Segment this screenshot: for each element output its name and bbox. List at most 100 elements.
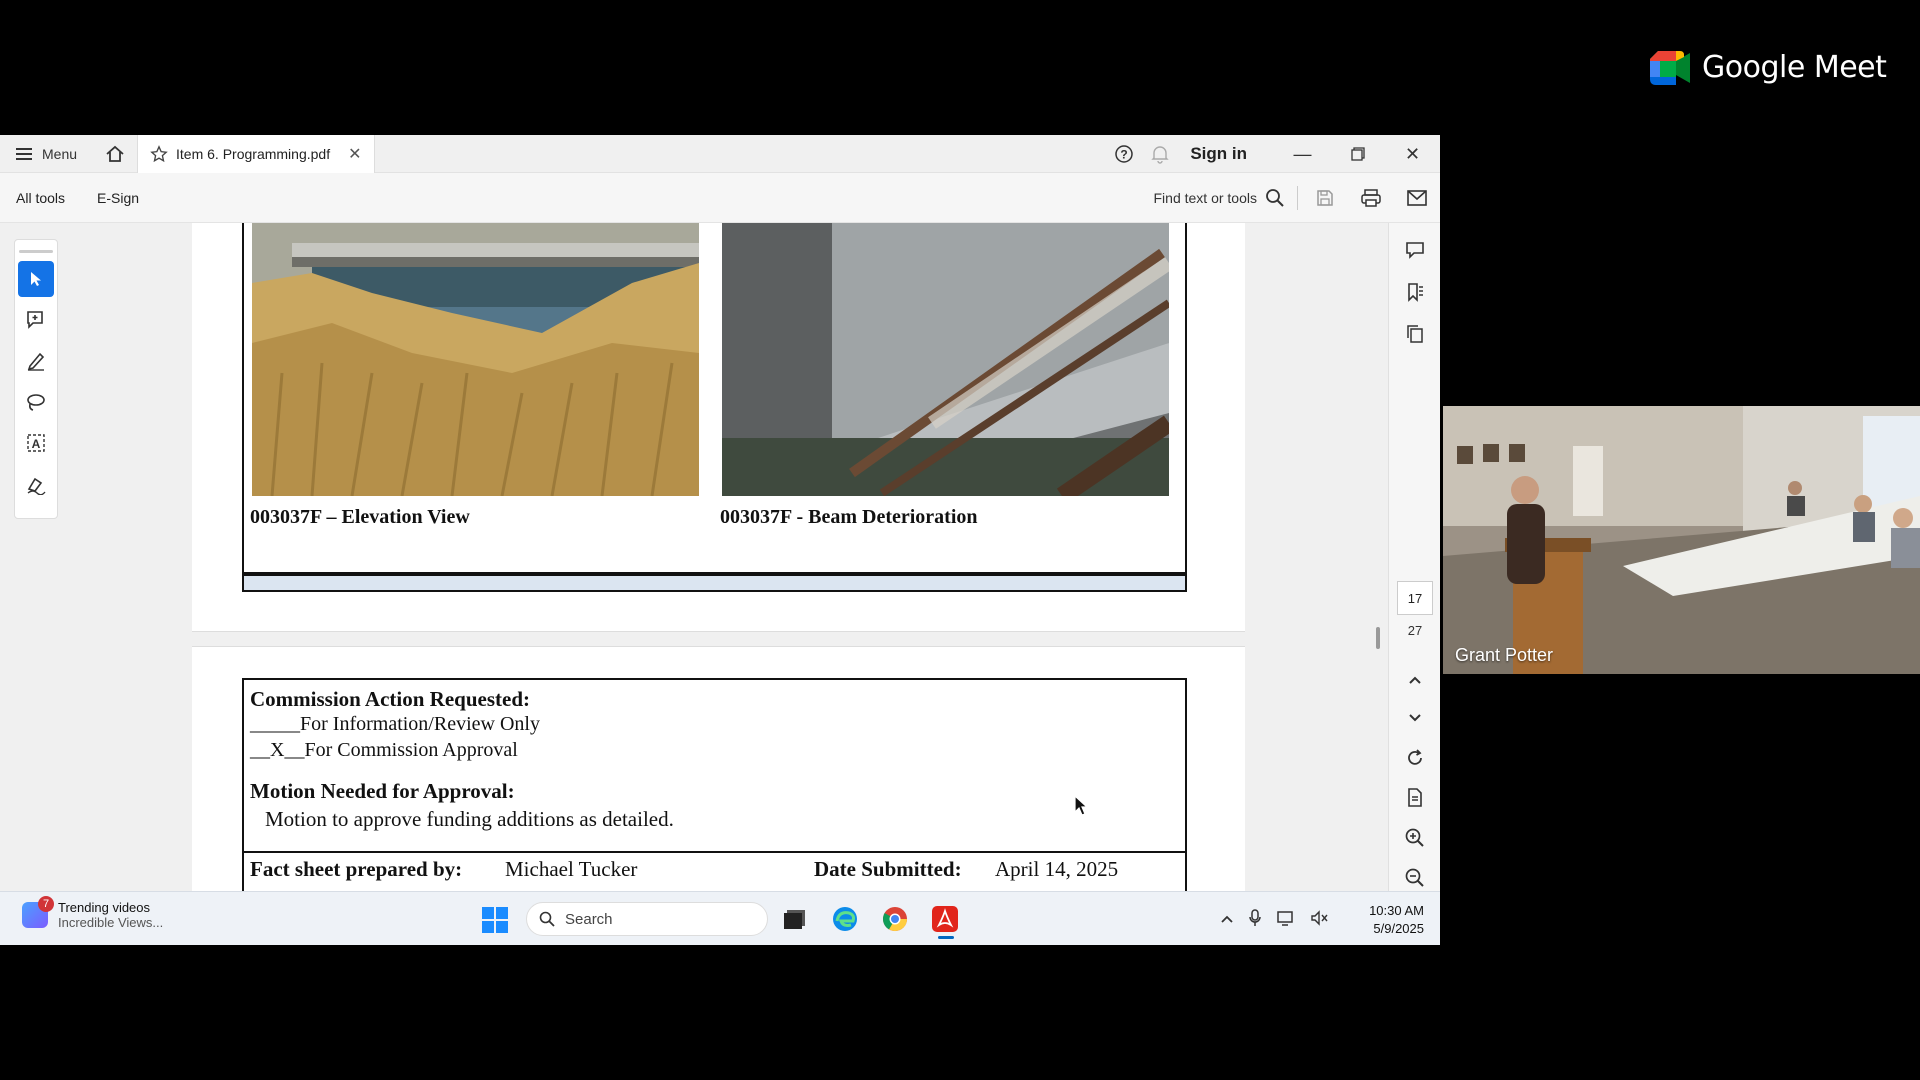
svg-text:?: ? <box>1121 148 1128 162</box>
email-button[interactable] <box>1394 173 1440 223</box>
vertical-scrollbar-thumb[interactable] <box>1376 627 1380 649</box>
notification-badge: 7 <box>38 896 54 912</box>
minimize-icon: — <box>1293 143 1312 164</box>
menu-button[interactable]: Menu <box>0 135 93 173</box>
table-footer-bar <box>242 574 1187 592</box>
pages-panel-button[interactable] <box>1389 313 1441 355</box>
menu-label: Menu <box>42 145 78 162</box>
start-button[interactable] <box>482 907 508 933</box>
chevron-down-icon <box>1409 714 1421 722</box>
chrome-browser-button[interactable] <box>878 902 912 936</box>
comment-icon <box>1406 242 1424 259</box>
close-window-button[interactable]: ✕ <box>1385 135 1440 173</box>
trending-title: Trending videos <box>58 900 151 915</box>
participant-video-tile[interactable]: Grant Potter <box>1443 406 1920 674</box>
prepared-by-value: Michael Tucker <box>505 857 638 881</box>
help-icon[interactable]: ? <box>1106 135 1142 173</box>
participant-video-frame <box>1443 406 1920 674</box>
taskbar-search-box[interactable]: Search <box>526 902 768 936</box>
trending-widget[interactable]: 7 Trending videos Incredible Views... <box>22 896 164 930</box>
chrome-icon <box>882 907 907 932</box>
screen: Google Meet Grant Potter Menu Item 6. Pr… <box>0 0 1920 1080</box>
close-icon: ✕ <box>1404 143 1421 164</box>
task-view-button[interactable] <box>778 902 812 936</box>
draw-tool-button[interactable] <box>18 384 54 420</box>
document-icon <box>1408 788 1422 807</box>
volume-muted-icon[interactable] <box>1310 909 1330 930</box>
action-heading: Commission Action Requested: <box>250 687 531 711</box>
page-display-button[interactable] <box>1389 777 1441 819</box>
taskbar-search-placeholder: Search <box>565 910 613 928</box>
edge-browser-button[interactable] <box>828 902 862 936</box>
main-toolbar: All tools E-Sign Find text or tools <box>0 173 1440 223</box>
close-tab-icon[interactable]: ✕ <box>348 144 361 164</box>
clock-date: 5/9/2025 <box>1373 921 1424 936</box>
home-button[interactable] <box>93 135 137 173</box>
restore-icon <box>1350 147 1365 161</box>
notifications-bell-icon[interactable] <box>1142 135 1178 173</box>
clock-time: 10:30 AM <box>1369 903 1424 918</box>
sign-tool-button[interactable] <box>18 466 54 502</box>
restore-button[interactable] <box>1330 135 1385 173</box>
show-hidden-icons-icon[interactable] <box>1220 911 1234 927</box>
bookmark-icon <box>1408 283 1423 302</box>
select-tool-button[interactable] <box>18 261 54 297</box>
left-tool-rail: A <box>14 239 58 519</box>
windows-taskbar: 7 Trending videos Incredible Views... Se… <box>0 891 1440 945</box>
zoom-out-icon <box>1405 868 1424 887</box>
trending-subtitle: Incredible Views... <box>58 915 164 930</box>
zoom-in-icon <box>1405 828 1424 847</box>
pdf-page-view[interactable]: 003037F – Elevation View 003037F - Beam … <box>192 223 1245 945</box>
acrobat-taskbar-button[interactable] <box>928 902 962 936</box>
home-icon <box>106 145 124 162</box>
text-select-tool-button[interactable]: A <box>18 425 54 461</box>
document-tab[interactable]: Item 6. Programming.pdf ✕ <box>137 134 375 173</box>
bookmarks-panel-button[interactable] <box>1389 271 1441 313</box>
mouse-pointer-icon <box>1074 795 1089 816</box>
tab-title: Item 6. Programming.pdf <box>176 145 331 162</box>
next-page-button[interactable] <box>1389 697 1441 739</box>
highlight-tool-button[interactable] <box>18 343 54 379</box>
lasso-icon <box>27 394 45 411</box>
minimize-button[interactable]: — <box>1275 135 1330 173</box>
pen-icon <box>27 352 45 371</box>
edge-icon <box>833 907 857 931</box>
motion-heading: Motion Needed for Approval: <box>250 779 515 803</box>
refresh-icon <box>1408 749 1422 765</box>
toolbar-right: Find text or tools <box>1154 173 1441 223</box>
sign-in-button[interactable]: Sign in <box>1178 144 1275 164</box>
add-comment-tool-button[interactable] <box>18 302 54 338</box>
copy-pages-icon <box>1407 325 1423 343</box>
network-icon[interactable] <box>1276 909 1296 930</box>
zoom-in-button[interactable] <box>1389 817 1441 859</box>
all-tools-tab[interactable]: All tools <box>0 190 81 206</box>
widgets-icon: 7 <box>22 896 54 928</box>
save-button[interactable] <box>1302 173 1348 223</box>
title-bar-controls: ? Sign in — ✕ <box>1106 135 1440 173</box>
svg-text:A: A <box>32 437 41 451</box>
microphone-icon[interactable] <box>1248 908 1262 931</box>
comments-panel-button[interactable] <box>1389 229 1441 271</box>
print-button[interactable] <box>1348 173 1394 223</box>
search-icon <box>539 911 555 927</box>
esign-tab[interactable]: E-Sign <box>81 190 155 206</box>
star-icon[interactable] <box>150 144 168 163</box>
participant-name: Grant Potter <box>1455 645 1554 665</box>
active-app-indicator <box>938 936 954 939</box>
print-icon <box>1361 189 1381 207</box>
date-submitted-value: April 14, 2025 <box>995 857 1119 881</box>
title-bar: Menu Item 6. Programming.pdf ✕ ? Sign in… <box>0 134 1440 173</box>
rotate-button[interactable] <box>1389 737 1441 779</box>
task-view-icon <box>784 910 805 929</box>
previous-page-button[interactable] <box>1389 659 1441 701</box>
current-page-input[interactable]: 17 <box>1397 581 1433 615</box>
option-commission-approval: __X__For Commission Approval <box>250 739 518 761</box>
date-submitted-label: Date Submitted: <box>814 857 962 881</box>
find-text-tools-button[interactable]: Find text or tools <box>1154 190 1266 206</box>
system-clock[interactable]: 10:30 AM 5/9/2025 <box>1356 902 1424 938</box>
text-box-icon: A <box>27 434 45 452</box>
google-meet-brand: Google Meet <box>1650 50 1887 85</box>
document-workspace: A 003037F – Elevation View 003037F - Bea… <box>0 223 1440 945</box>
search-icon[interactable] <box>1265 188 1285 208</box>
acrobat-window: Menu Item 6. Programming.pdf ✕ ? Sign in… <box>0 134 1440 945</box>
